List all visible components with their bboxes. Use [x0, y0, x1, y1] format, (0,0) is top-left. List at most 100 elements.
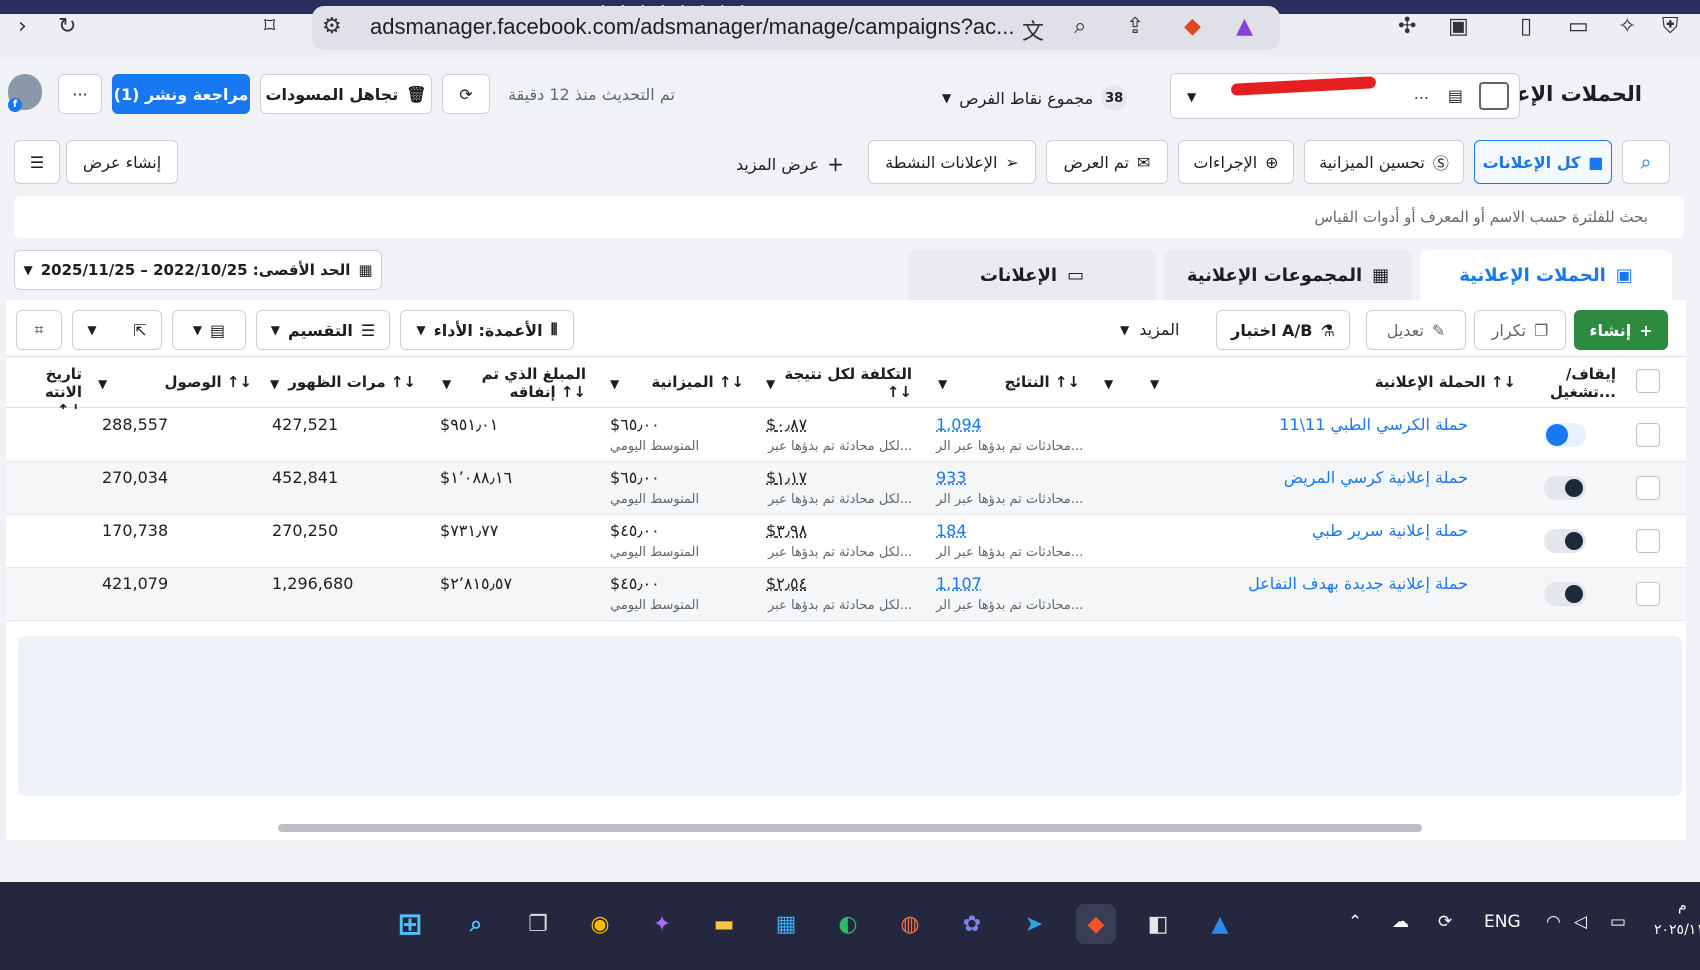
reload-icon[interactable]: ↻ — [58, 14, 76, 39]
search-button[interactable]: ⌕ — [1622, 140, 1670, 184]
refresh-button[interactable]: ⟳ — [442, 74, 490, 114]
budget-value[interactable]: ‎$٤٥٫٠٠ — [610, 521, 660, 540]
budget-value[interactable]: ‎$٤٥٫٠٠ — [610, 574, 660, 593]
export-dropdown[interactable]: ▼ ⇱ — [72, 310, 162, 350]
vpn-icon[interactable]: ⛨ — [1662, 14, 1679, 39]
campaign-toggle[interactable] — [1544, 476, 1586, 500]
more-actions-dropdown[interactable]: ▼ المزيد — [1120, 320, 1179, 339]
column-header-impressions[interactable]: مرات الظهور ↑↓ — [288, 373, 416, 391]
filter-active-ads[interactable]: الإعلانات النشطة ➢ — [868, 140, 1036, 184]
campaign-name-link[interactable]: حملة إعلانية جديدة بهدف التفاعل — [1248, 574, 1468, 593]
column-header-amount-spent[interactable]: المبلغ الذي تم إنفاقه ↑↓ — [456, 365, 586, 401]
row-checkbox[interactable] — [1636, 476, 1660, 500]
chevron-down-icon[interactable]: ▼ — [1104, 377, 1113, 391]
brave-icon[interactable]: ◆ — [1076, 904, 1116, 944]
firefox-icon[interactable]: ◍ — [890, 904, 930, 944]
clock-date[interactable]: ٢٠٢٥/١١ — [1654, 922, 1700, 938]
filter-all-ads[interactable]: كل الإعلانات ■ — [1474, 140, 1612, 184]
translate-icon[interactable]: 文 — [1022, 14, 1044, 46]
filter-delivered[interactable]: تم العرض ✉ — [1046, 140, 1168, 184]
campaign-name-link[interactable]: حملة الكرسي الطبي 11\11 — [1279, 415, 1468, 434]
site-settings-icon[interactable]: ⚙ — [322, 14, 342, 39]
charts-button[interactable]: ⌗ — [16, 310, 62, 350]
view-settings-button[interactable]: ☰ — [14, 140, 60, 184]
more-options-button[interactable]: ··· — [58, 74, 102, 114]
extensions-icon[interactable]: ✣ — [1398, 14, 1416, 39]
onedrive-icon[interactable]: ☁ — [1392, 912, 1409, 932]
sync-icon[interactable]: ⟳ — [1438, 912, 1452, 932]
chevron-down-icon[interactable]: ▼ — [98, 377, 107, 391]
brave-rewards-icon[interactable]: ▲ — [1236, 14, 1253, 39]
search-input[interactable]: بحث للفلترة حسب الاسم أو المعرف أو أدوات… — [14, 196, 1684, 238]
budget-value[interactable]: ‎$٦٥٫٠٠ — [610, 468, 660, 487]
tab-campaigns[interactable]: الحملات الإعلانية ▣ — [1420, 250, 1672, 300]
column-header-cost-per-result[interactable]: التكلفة لكل نتيجة ↑↓ — [772, 365, 912, 401]
clock-period[interactable]: م — [1678, 898, 1687, 914]
show-more-filters[interactable]: عرض المزيد + — [736, 152, 844, 176]
filter-budget-optimization[interactable]: تحسين الميزانية Ⓢ — [1304, 140, 1464, 184]
search-icon[interactable]: ⌕ — [456, 904, 496, 944]
telegram-icon[interactable]: ➤ — [1014, 904, 1054, 944]
select-all-checkbox[interactable] — [1636, 369, 1660, 393]
ab-test-button[interactable]: اختبار A/B ⚗ — [1216, 310, 1350, 350]
column-header-toggle[interactable]: إيقاف/ تشغيل... — [1520, 365, 1616, 401]
teams-icon[interactable]: ✿ — [952, 904, 992, 944]
share-icon[interactable]: ⇪ — [1126, 14, 1144, 39]
row-checkbox[interactable] — [1636, 582, 1660, 606]
table-row[interactable]: حملة إعلانية سرير طبي 184 محادثات تم بدؤها… — [6, 515, 1686, 568]
file-explorer-icon[interactable]: ▬ — [704, 904, 744, 944]
discard-drafts-button[interactable]: تجاهل المسودات 🗑 — [260, 74, 432, 114]
duplicate-button[interactable]: تكرار ❐ — [1474, 310, 1566, 350]
sidebar-icon[interactable]: ▯ — [1520, 14, 1532, 39]
zoom-icon[interactable]: ⌕ — [1074, 14, 1086, 39]
filter-actions[interactable]: الإجراءات ⊕ — [1178, 140, 1294, 184]
table-row[interactable]: حملة إعلانية كرسي المريض 933 محادثات تم بد… — [6, 462, 1686, 515]
table-row[interactable]: حملة إعلانية جديدة بهدف التفاعل 1,107 محاد… — [6, 568, 1686, 621]
copilot-icon[interactable]: ✦ — [642, 904, 682, 944]
results-value[interactable]: 1,094 — [936, 415, 982, 434]
chevron-down-icon[interactable]: ▼ — [610, 377, 619, 391]
screenshot-icon[interactable]: ▣ — [1448, 14, 1469, 39]
reports-dropdown[interactable]: ▼ ▤ — [172, 310, 246, 350]
campaign-name-link[interactable]: حملة إعلانية سرير طبي — [1312, 521, 1468, 540]
row-checkbox[interactable] — [1636, 529, 1660, 553]
review-publish-button[interactable]: مراجعة ونشر (1) — [112, 74, 250, 114]
chevron-down-icon[interactable]: ▼ — [270, 377, 279, 391]
forward-icon[interactable]: › — [18, 14, 27, 39]
language-indicator[interactable]: ENG — [1484, 912, 1521, 932]
volume-icon[interactable]: ◁ — [1574, 912, 1587, 932]
column-header-campaign[interactable]: الحملة الإعلانية ↑↓ — [1375, 373, 1516, 391]
table-row[interactable]: حملة الكرسي الطبي 11\11 1,094 محادثات تم ب… — [6, 409, 1686, 462]
account-selector[interactable]: ▼ ... ▤ — [1170, 73, 1520, 119]
tab-adsets[interactable]: المجموعات الإعلانية ▦ — [1164, 250, 1412, 300]
results-value[interactable]: 933 — [936, 468, 967, 487]
budget-value[interactable]: ‎$٦٥٫٠٠ — [610, 415, 660, 434]
column-header-budget[interactable]: الميزانية ↑↓ — [651, 373, 744, 391]
chrome-icon[interactable]: ◉ — [580, 904, 620, 944]
horizontal-scrollbar[interactable] — [278, 824, 1422, 832]
windows-start-icon[interactable]: ⊞ — [390, 904, 430, 944]
edge-icon[interactable]: ◐ — [828, 904, 868, 944]
column-header-results[interactable]: النتائج ↑↓ — [1005, 373, 1080, 391]
bookmark-icon[interactable]: ⌑ — [264, 14, 275, 39]
wifi-icon[interactable]: ◠ — [1546, 912, 1561, 932]
results-value[interactable]: 1,107 — [936, 574, 982, 593]
campaign-name-link[interactable]: حملة إعلانية كرسي المريض — [1284, 468, 1468, 487]
columns-dropdown[interactable]: ▼ الأعمدة: الأداء ⦀ — [400, 310, 574, 350]
column-header-reach[interactable]: الوصول ↑↓ — [165, 373, 252, 391]
url-text[interactable]: adsmanager.facebook.com/adsmanager/manag… — [370, 14, 1015, 40]
app-icon[interactable]: ◧ — [1138, 904, 1178, 944]
battery-icon[interactable]: ▭ — [1610, 912, 1626, 932]
chevron-up-icon[interactable]: ⌃ — [1348, 912, 1362, 932]
campaign-toggle[interactable] — [1544, 529, 1586, 553]
opportunity-score[interactable]: ▼ مجموع نقاط الفرص 38 — [942, 85, 1128, 111]
edit-button[interactable]: تعديل ✎ — [1366, 310, 1466, 350]
brave-shield-icon[interactable]: ◆ — [1184, 14, 1201, 39]
date-range-picker[interactable]: ▼ الحد الأقصى: 2022/10/25 – 2025/11/25 ▦ — [14, 250, 382, 290]
task-view-icon[interactable]: ❐ — [518, 904, 558, 944]
results-value[interactable]: 184 — [936, 521, 967, 540]
wallet-icon[interactable]: ▭ — [1568, 14, 1589, 39]
chevron-down-icon[interactable]: ▼ — [766, 377, 775, 391]
create-view-button[interactable]: إنشاء عرض — [66, 140, 178, 184]
campaign-toggle[interactable] — [1544, 423, 1586, 447]
